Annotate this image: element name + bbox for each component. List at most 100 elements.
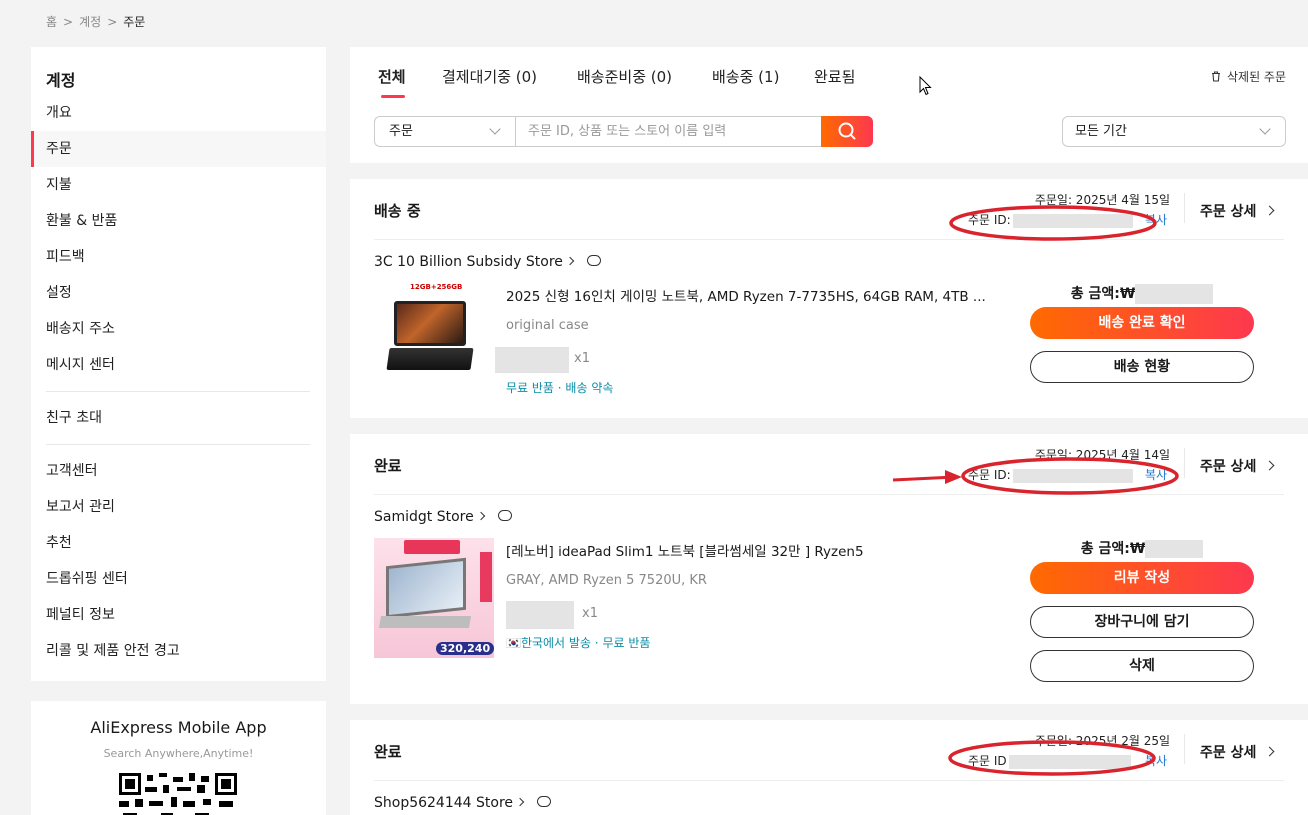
laptop-keyboard bbox=[378, 616, 472, 628]
search-scope-value: 주문 bbox=[389, 124, 413, 139]
order-status: 완료 bbox=[374, 743, 402, 761]
laptop-screen bbox=[394, 301, 466, 346]
order-card: 배송 중 주문일: 2025년 4월 15일 주문 ID: 복사 주문 상세 3… bbox=[350, 179, 1308, 418]
redacted-order-id bbox=[1008, 754, 1131, 769]
orders-toolbar: 전체 결제대기중 (0) 배송준비중 (0) 배송중 (1) 완료됨 삭제된 주… bbox=[350, 47, 1308, 163]
sidebar-item-dropshipping[interactable]: 드롭쉬핑 센터 bbox=[31, 561, 326, 597]
laptop-screen bbox=[386, 557, 466, 619]
breadcrumb: 홈 > 계정 > 주문 bbox=[46, 13, 145, 30]
store-name: Shop5624144 Store bbox=[374, 795, 514, 811]
sidebar-item-addresses[interactable]: 배송지 주소 bbox=[31, 311, 326, 347]
period-value: 모든 기간 bbox=[1075, 124, 1127, 139]
mouse-cursor-icon bbox=[919, 76, 932, 96]
add-to-cart-button[interactable]: 장바구니에 담기 bbox=[1030, 606, 1254, 638]
header-divider bbox=[1184, 448, 1185, 478]
chat-icon[interactable] bbox=[586, 255, 601, 266]
chat-icon[interactable] bbox=[537, 796, 552, 807]
order-id-label: 주문 ID: bbox=[968, 213, 1011, 227]
qr-code-icon[interactable] bbox=[119, 773, 237, 815]
product-image[interactable]: 320,240 bbox=[374, 538, 495, 658]
redacted-price bbox=[495, 347, 569, 373]
tab-active-indicator bbox=[381, 95, 405, 98]
tab-shipping[interactable]: 배송중 (1) bbox=[712, 66, 779, 87]
sidebar-item-penalty[interactable]: 페널티 정보 bbox=[31, 597, 326, 633]
app-promo-title: AliExpress Mobile App bbox=[90, 718, 267, 737]
product-title[interactable]: [레노버] ideaPad Slim1 노트북 [블라썸세일 32만 ] Ryz… bbox=[506, 540, 986, 560]
breadcrumb-home[interactable]: 홈 bbox=[46, 15, 57, 29]
app-promo: AliExpress Mobile App Search Anywhere,An… bbox=[31, 701, 326, 815]
order-total-label: 총 금액:₩ bbox=[1070, 286, 1136, 302]
sidebar-item-refunds[interactable]: 환불 & 반품 bbox=[31, 203, 326, 239]
sidebar-item-invite[interactable]: 친구 초대 bbox=[31, 400, 326, 436]
store-link[interactable]: Samidgt Store bbox=[374, 509, 512, 525]
header-divider bbox=[1184, 734, 1185, 764]
store-name: 3C 10 Billion Subsidy Store bbox=[374, 254, 563, 270]
store-name: Samidgt Store bbox=[374, 509, 474, 525]
order-detail-link[interactable]: 주문 상세 bbox=[1200, 742, 1275, 762]
chevron-right-icon bbox=[565, 256, 575, 266]
search-button[interactable] bbox=[821, 116, 873, 147]
track-shipment-button[interactable]: 배송 현황 bbox=[1030, 351, 1254, 383]
sidebar-item-orders[interactable]: 주문 bbox=[31, 131, 326, 167]
sidebar-title: 계정 bbox=[46, 71, 76, 90]
order-detail-label: 주문 상세 bbox=[1200, 204, 1257, 220]
breadcrumb-current: 주문 bbox=[123, 15, 146, 29]
trash-icon bbox=[1211, 71, 1220, 82]
order-card: 완료 주문일: 2025년 4월 14일 주문 ID: 복사 주문 상세 Sam… bbox=[350, 434, 1308, 704]
product-title[interactable]: 2025 신형 16인치 게이밍 노트북, AMD Ryzen 7-7735HS… bbox=[506, 285, 986, 305]
chevron-right-icon bbox=[1264, 460, 1275, 471]
sidebar-item-reports[interactable]: 보고서 관리 bbox=[31, 489, 326, 525]
tab-all[interactable]: 전체 bbox=[378, 66, 406, 87]
sidebar-item-settings[interactable]: 설정 bbox=[31, 275, 326, 311]
tab-completed[interactable]: 완료됨 bbox=[814, 66, 855, 87]
sidebar-item-recommend[interactable]: 추천 bbox=[31, 525, 326, 561]
order-detail-link[interactable]: 주문 상세 bbox=[1200, 456, 1275, 476]
chevron-right-icon bbox=[515, 797, 525, 807]
order-detail-label: 주문 상세 bbox=[1200, 745, 1257, 761]
sidebar-item-recall[interactable]: 리콜 및 제품 안전 경고 bbox=[31, 633, 326, 669]
sidebar-item-overview[interactable]: 개요 bbox=[31, 95, 326, 131]
sidebar-divider bbox=[46, 444, 310, 445]
chat-icon[interactable] bbox=[497, 510, 512, 521]
sidebar-item-payment[interactable]: 지불 bbox=[31, 167, 326, 203]
chevron-down-icon bbox=[1259, 123, 1271, 135]
search-input[interactable]: 주문 ID, 상품 또는 스토어 이름 입력 bbox=[515, 116, 822, 147]
period-select[interactable]: 모든 기간 bbox=[1062, 116, 1286, 147]
laptop-keyboard bbox=[386, 348, 474, 370]
card-divider bbox=[374, 494, 1284, 495]
tab-awaiting-payment[interactable]: 결제대기중 (0) bbox=[442, 66, 537, 87]
breadcrumb-separator: > bbox=[63, 15, 74, 29]
order-detail-link[interactable]: 주문 상세 bbox=[1200, 201, 1275, 221]
order-status: 완료 bbox=[374, 457, 402, 475]
copy-order-id-link[interactable]: 복사 bbox=[1145, 752, 1167, 769]
delete-order-button[interactable]: 삭제 bbox=[1030, 650, 1254, 682]
deleted-orders-link[interactable]: 삭제된 주문 bbox=[1211, 68, 1286, 85]
header-divider bbox=[1184, 193, 1185, 223]
account-sidebar: 계정 개요 주문 지불 환불 & 반품 피드백 설정 배송지 주소 메시지 센터… bbox=[31, 47, 326, 681]
store-link[interactable]: Shop5624144 Store bbox=[374, 795, 552, 811]
tab-preparing[interactable]: 배송준비중 (0) bbox=[577, 66, 672, 87]
confirm-delivery-button[interactable]: 배송 완료 확인 bbox=[1030, 307, 1254, 339]
sidebar-item-messages[interactable]: 메시지 센터 bbox=[31, 347, 326, 383]
search-scope-select[interactable]: 주문 bbox=[374, 116, 516, 147]
sidebar-item-help-center[interactable]: 고객센터 bbox=[31, 453, 326, 489]
breadcrumb-account[interactable]: 계정 bbox=[79, 15, 101, 29]
card-divider bbox=[374, 239, 1284, 240]
redacted-total bbox=[1135, 284, 1214, 304]
copy-order-id-link[interactable]: 복사 bbox=[1145, 466, 1167, 483]
write-review-button[interactable]: 리뷰 작성 bbox=[1030, 562, 1254, 594]
sidebar-item-feedback[interactable]: 피드백 bbox=[31, 239, 326, 275]
store-link[interactable]: 3C 10 Billion Subsidy Store bbox=[374, 254, 601, 270]
order-date: 주문일: 2025년 2월 25일 bbox=[1034, 734, 1170, 748]
app-promo-subtitle: Search Anywhere,Anytime! bbox=[103, 747, 254, 760]
sidebar-divider bbox=[46, 391, 310, 392]
deleted-orders-label: 삭제된 주문 bbox=[1226, 70, 1286, 84]
copy-order-id-link[interactable]: 복사 bbox=[1145, 211, 1167, 228]
order-id: 주문 ID bbox=[968, 752, 1131, 769]
product-image[interactable]: 12GB+256GB bbox=[374, 281, 494, 401]
chevron-right-icon bbox=[1264, 746, 1275, 757]
card-divider bbox=[374, 780, 1284, 781]
chevron-right-icon bbox=[476, 511, 485, 521]
order-status: 배송 중 bbox=[374, 202, 421, 220]
order-date: 주문일: 2025년 4월 14일 bbox=[1034, 448, 1170, 462]
